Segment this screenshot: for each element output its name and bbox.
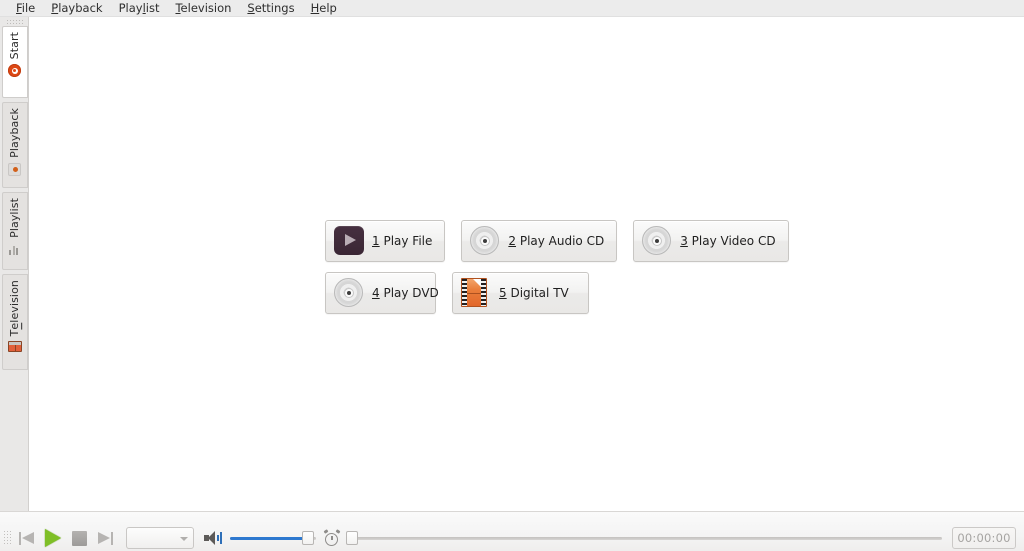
play-dvd-button[interactable]: 4 Play DVD [325, 272, 439, 314]
play-file-text: Play File [379, 234, 433, 248]
volume-slider-handle[interactable] [302, 531, 314, 545]
tv-label-rest: levision [8, 280, 21, 323]
start-actions-row-1: 1 Play File 2 Play Audio CD 3 Play Video… [325, 220, 789, 262]
menu-accel-help: H [310, 0, 320, 15]
menu-label-help: elp [319, 0, 337, 15]
start-actions-row-2: 4 Play DVD 5 Digital TV [325, 272, 789, 314]
skip-previous-icon [18, 531, 36, 545]
menu-item-file[interactable]: File [8, 0, 43, 17]
seek-slider-track [346, 537, 942, 540]
next-button[interactable] [92, 526, 118, 550]
volume-slider-fill [230, 537, 304, 540]
play-file-accel: 1 [372, 234, 380, 248]
menu-label-settings: ettings [254, 0, 295, 15]
play-video-cd-button[interactable]: 3 Play Video CD [633, 220, 789, 262]
volume-speaker-icon[interactable] [204, 530, 222, 546]
menu-label-television: elevision [180, 0, 232, 15]
ubuntu-logo-icon [8, 64, 22, 78]
sidebar-tabbar: Start Playback Playlist Television [0, 17, 29, 531]
menu-label-file: ile [21, 0, 36, 15]
play-dvd-accel: 4 [372, 286, 380, 300]
menu-item-settings[interactable]: Settings [239, 0, 302, 17]
play-audio-cd-text: Play Audio CD [516, 234, 605, 248]
sleep-timer-icon[interactable] [323, 529, 341, 546]
tv-label-accel: e [8, 322, 21, 330]
audio-track-select[interactable] [126, 527, 194, 549]
menu-item-help[interactable]: Help [303, 0, 345, 17]
play-file-button-label: 1 Play File [372, 234, 432, 248]
play-video-cd-text: Play Video CD [687, 234, 776, 248]
digital-tv-button[interactable]: 5 Digital TV [452, 272, 589, 314]
sidebar-item-playlist[interactable]: Playlist [2, 192, 28, 270]
disc-icon [334, 278, 364, 308]
play-button[interactable] [40, 526, 66, 550]
sidebar-item-start-label: Start [8, 32, 21, 60]
sidebar-grip-handle[interactable] [6, 19, 23, 24]
seek-slider[interactable] [346, 527, 942, 549]
play-audio-cd-accel: 2 [508, 234, 517, 248]
media-player-window: File Playback Playlist Television Settin… [0, 0, 1024, 551]
volume-slider[interactable] [230, 527, 316, 549]
sidebar-item-playback[interactable]: Playback [2, 102, 28, 188]
play-dvd-text: Play DVD [379, 286, 439, 300]
menu-item-playlist[interactable]: Playlist [111, 0, 168, 17]
menu-label-playback: layback [58, 0, 103, 15]
time-display: 00:00:00 [952, 527, 1016, 549]
menu-item-television[interactable]: Television [167, 0, 239, 17]
playlist-bars-icon [8, 243, 22, 257]
sidebar-item-playback-label: Playback [8, 108, 21, 158]
playback-toolbar-inner: 00:00:00 [0, 525, 1024, 551]
play-audio-cd-button-label: 2 Play Audio CD [508, 234, 604, 248]
previous-button[interactable] [14, 526, 40, 550]
play-audio-cd-button[interactable]: 2 Play Audio CD [461, 220, 618, 262]
menu-accel-settings: S [247, 0, 255, 15]
digital-tv-button-label: 5 Digital TV [499, 286, 569, 300]
sidebar-item-television-label: Television [3, 280, 27, 336]
disc-icon [642, 226, 672, 256]
chevron-down-icon [180, 537, 188, 541]
sidebar-item-playlist-label: Playlist [8, 198, 21, 238]
menubar: File Playback Playlist Television Settin… [0, 0, 1024, 17]
play-icon [45, 529, 61, 547]
playback-dot-icon [8, 162, 22, 177]
sidebar-item-start[interactable]: Start [2, 26, 28, 98]
start-page-content: 1 Play File 2 Play Audio CD 3 Play Video… [30, 17, 1024, 511]
menu-prefix-playlist: Play [118, 0, 143, 15]
digital-tv-text: Digital TV [506, 286, 569, 300]
stop-button[interactable] [66, 526, 92, 550]
skip-next-icon [96, 531, 114, 545]
menu-label-playlist: ist [145, 0, 160, 15]
play-dvd-button-label: 4 Play DVD [372, 286, 439, 300]
toolbar-grip-handle[interactable] [3, 530, 12, 546]
play-file-button[interactable]: 1 Play File [325, 220, 446, 262]
digital-tv-accel: 5 [499, 286, 507, 300]
sidebar-item-television[interactable]: Television [2, 274, 28, 370]
tv-label-pre: T [8, 329, 21, 337]
menu-item-playback[interactable]: Playback [43, 0, 110, 17]
tv-screen-icon [8, 341, 22, 355]
playback-toolbar: 00:00:00 [0, 511, 1024, 551]
start-actions-grid: 1 Play File 2 Play Audio CD 3 Play Video… [325, 220, 789, 314]
play-video-cd-button-label: 3 Play Video CD [680, 234, 775, 248]
video-file-icon [334, 226, 364, 256]
seek-slider-handle[interactable] [346, 531, 358, 545]
disc-icon [470, 226, 500, 256]
stop-icon [71, 530, 87, 546]
filmstrip-icon [461, 278, 491, 308]
play-video-cd-accel: 3 [680, 234, 688, 248]
